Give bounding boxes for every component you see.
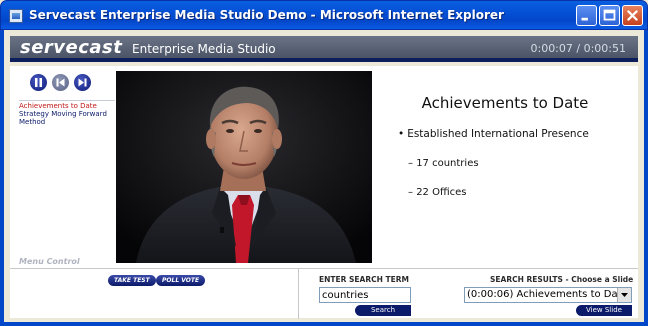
playback-timer: 0:00:07 / 0:00:51 [530, 42, 626, 55]
window-title: Servecast Enterprise Media Studio Demo -… [29, 8, 504, 22]
take-test-button[interactable]: TAKE TEST [108, 275, 156, 286]
maximize-button[interactable] [599, 5, 620, 26]
slide-sub-item: – 22 Offices [408, 187, 467, 198]
pause-icon [35, 78, 42, 87]
slide-sub-item: – 17 countries [408, 158, 479, 169]
menu-item-method[interactable]: Method [19, 118, 119, 126]
maximize-icon [603, 9, 616, 21]
ie-page-icon [9, 9, 23, 23]
dropdown-arrow[interactable] [617, 288, 631, 302]
results-section: SEARCH RESULTS - Choose a Slide (0:00:06… [450, 269, 638, 319]
speaker-video-frame [116, 71, 372, 263]
pause-button[interactable] [30, 74, 47, 91]
search-section: ENTER SEARCH TERM Search [298, 269, 438, 319]
servecast-logo: servecast [20, 37, 123, 58]
bullet-icon: • [398, 128, 405, 140]
minimize-button[interactable] [576, 5, 597, 26]
results-label: SEARCH RESULTS - Choose a Slide [490, 275, 634, 284]
close-icon [627, 10, 638, 21]
view-slide-button[interactable]: View Slide [576, 305, 632, 316]
next-slide-button[interactable] [74, 74, 91, 91]
minimize-icon [581, 17, 588, 21]
video-player[interactable] [116, 71, 372, 263]
results-dropdown[interactable]: (0:00:06) Achievements to Date [464, 287, 632, 303]
slide-title: Achievements to Date [421, 94, 589, 112]
slide-panel: Achievements to Date • Established Intern… [380, 66, 638, 268]
player-content: Achievements to Date Strategy Moving For… [10, 66, 638, 268]
window-title-bar[interactable]: Servecast Enterprise Media Studio Demo -… [0, 0, 648, 30]
menu-item-achievements[interactable]: Achievements to Date [19, 102, 119, 110]
next-icon [78, 78, 87, 87]
bullet-text: Established International Presence [407, 128, 589, 140]
chapter-menu: Achievements to Date Strategy Moving For… [19, 102, 119, 126]
poll-vote-button[interactable]: POLL VOTE [156, 275, 206, 286]
close-button[interactable] [622, 5, 643, 26]
menu-control-label: Menu Control [19, 257, 80, 266]
results-selected-value: (0:00:06) Achievements to Date [467, 289, 628, 300]
menu-divider [19, 100, 115, 101]
menu-item-strategy[interactable]: Strategy Moving Forward [19, 110, 119, 118]
chevron-down-icon [621, 293, 628, 297]
search-input[interactable] [319, 287, 411, 303]
app-title: Enterprise Media Studio [132, 42, 276, 56]
app-header: servecast Enterprise Media Studio 0:00:0… [10, 36, 638, 62]
search-label: ENTER SEARCH TERM [319, 275, 409, 284]
previous-slide-button[interactable] [52, 74, 69, 91]
previous-icon [56, 78, 65, 87]
bottom-panel: Menu Control TAKE TEST POLL VOTE ENTER S… [10, 257, 638, 319]
search-button[interactable]: Search [355, 305, 411, 316]
slide-bullet: • Established International Presence [398, 128, 589, 140]
